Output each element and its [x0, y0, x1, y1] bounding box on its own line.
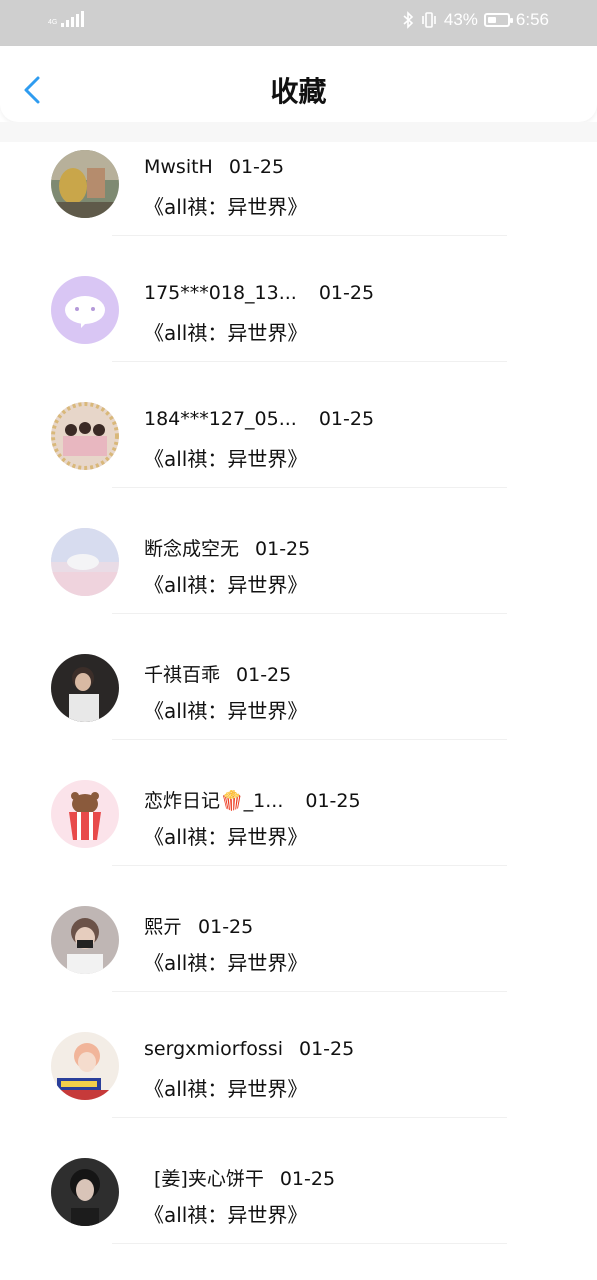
username[interactable]: MwsitH	[144, 156, 213, 178]
username[interactable]: 恋炸日记🍿_1...	[144, 786, 283, 813]
divider	[112, 739, 507, 740]
divider	[112, 487, 507, 488]
avatar[interactable]	[51, 402, 119, 470]
item-header: 184***127_05... 01-25	[144, 408, 374, 430]
book-title[interactable]: 《all祺：异世界》	[144, 821, 307, 850]
username[interactable]: 断念成空无	[144, 534, 239, 561]
date: 01-25	[236, 664, 292, 686]
clock: 6:56	[515, 10, 549, 29]
avatar[interactable]	[51, 780, 119, 848]
list-item[interactable]: MwsitH 01-25 《all祺：异世界》	[0, 142, 597, 268]
divider	[112, 361, 507, 362]
date: 01-25	[228, 156, 285, 178]
list-item[interactable]: 184***127_05... 01-25 《all祺：异世界》	[0, 394, 597, 520]
avatar[interactable]	[51, 276, 119, 344]
item-header: 断念成空无 01-25	[144, 534, 310, 561]
username[interactable]: sergxmiorfossi	[144, 1038, 283, 1060]
divider	[112, 865, 507, 866]
vibrate-icon	[422, 12, 436, 28]
username[interactable]: 熙亓	[144, 912, 182, 939]
signal-bar	[81, 11, 85, 27]
book-title[interactable]: 《all祺：异世界》	[144, 317, 307, 346]
item-header: 恋炸日记🍿_1... 01-25	[144, 786, 361, 813]
username[interactable]: 175***018_13...	[144, 282, 297, 304]
list-item[interactable]: 熙亓 01-25 《all祺：异世界》	[0, 898, 597, 1024]
app-header: 收藏	[0, 46, 597, 122]
divider	[112, 1117, 507, 1118]
list-item[interactable]: [姜]夹心饼干 01-25 《all祺：异世界》	[0, 1150, 597, 1276]
item-header: 175***018_13... 01-25	[144, 282, 374, 304]
list-item[interactable]: sergxmiorfossi 01-25 《all祺：异世界》	[0, 1024, 597, 1150]
item-header: 千祺百乖 01-25	[144, 660, 291, 687]
book-title[interactable]: 《all祺：异世界》	[144, 1073, 307, 1102]
battery-percent: 43%	[443, 10, 478, 29]
book-title[interactable]: 《all祺：异世界》	[144, 947, 307, 976]
date: 01-25	[318, 408, 375, 430]
date: 01-25	[318, 282, 375, 304]
signal-icon	[61, 23, 65, 27]
status-bar: 4G 43% 6:56	[0, 0, 597, 46]
signal-indicator: 4G	[48, 11, 85, 27]
book-title[interactable]: 《all祺：异世界》	[144, 1199, 307, 1228]
divider	[112, 235, 507, 236]
battery-icon	[483, 13, 513, 27]
battery-level	[487, 17, 496, 23]
status-icons: 43% 6:56	[402, 10, 549, 30]
signal-bar	[71, 17, 75, 27]
page-title: 收藏	[270, 75, 327, 108]
list-item[interactable]: 千祺百乖 01-25 《all祺：异世界》	[0, 646, 597, 772]
avatar[interactable]	[51, 150, 119, 218]
date: 01-25	[198, 916, 254, 938]
book-title[interactable]: 《all祺：异世界》	[144, 695, 307, 724]
avatar[interactable]	[51, 1158, 119, 1226]
username[interactable]: 184***127_05...	[144, 408, 297, 430]
header-shadow-band	[0, 122, 597, 142]
date: 01-25	[255, 538, 311, 560]
signal-bar	[76, 14, 80, 27]
avatar[interactable]	[51, 1032, 119, 1100]
item-header: [姜]夹心饼干 01-25	[144, 1164, 335, 1191]
divider	[112, 991, 507, 992]
avatar[interactable]	[51, 906, 119, 974]
date: 01-25	[298, 1038, 355, 1060]
item-header: 熙亓 01-25	[144, 912, 253, 939]
signal-bar	[66, 20, 70, 27]
book-title[interactable]: 《all祺：异世界》	[144, 191, 307, 220]
list-item[interactable]: 断念成空无 01-25 《all祺：异世界》	[0, 520, 597, 646]
item-header: MwsitH 01-25	[144, 156, 284, 178]
username[interactable]: [姜]夹心饼干	[154, 1164, 264, 1191]
list-item[interactable]: 恋炸日记🍿_1... 01-25 《all祺：异世界》	[0, 772, 597, 898]
network-type: 4G	[48, 19, 58, 26]
book-title[interactable]: 《all祺：异世界》	[144, 443, 307, 472]
username[interactable]: 千祺百乖	[144, 660, 220, 687]
date: 01-25	[279, 1168, 336, 1190]
book-title[interactable]: 《all祺：异世界》	[144, 569, 307, 598]
avatar[interactable]	[51, 528, 119, 596]
avatar[interactable]	[51, 654, 119, 722]
list-item[interactable]: 175***018_13... 01-25 《all祺：异世界》	[0, 268, 597, 394]
divider	[112, 1243, 507, 1244]
date: 01-25	[305, 790, 361, 812]
bluetooth-icon	[403, 11, 414, 29]
item-header: sergxmiorfossi 01-25	[144, 1038, 354, 1060]
favorites-list: MwsitH 01-25 《all祺：异世界》 175***018_13... …	[0, 142, 597, 1276]
divider	[112, 613, 507, 614]
